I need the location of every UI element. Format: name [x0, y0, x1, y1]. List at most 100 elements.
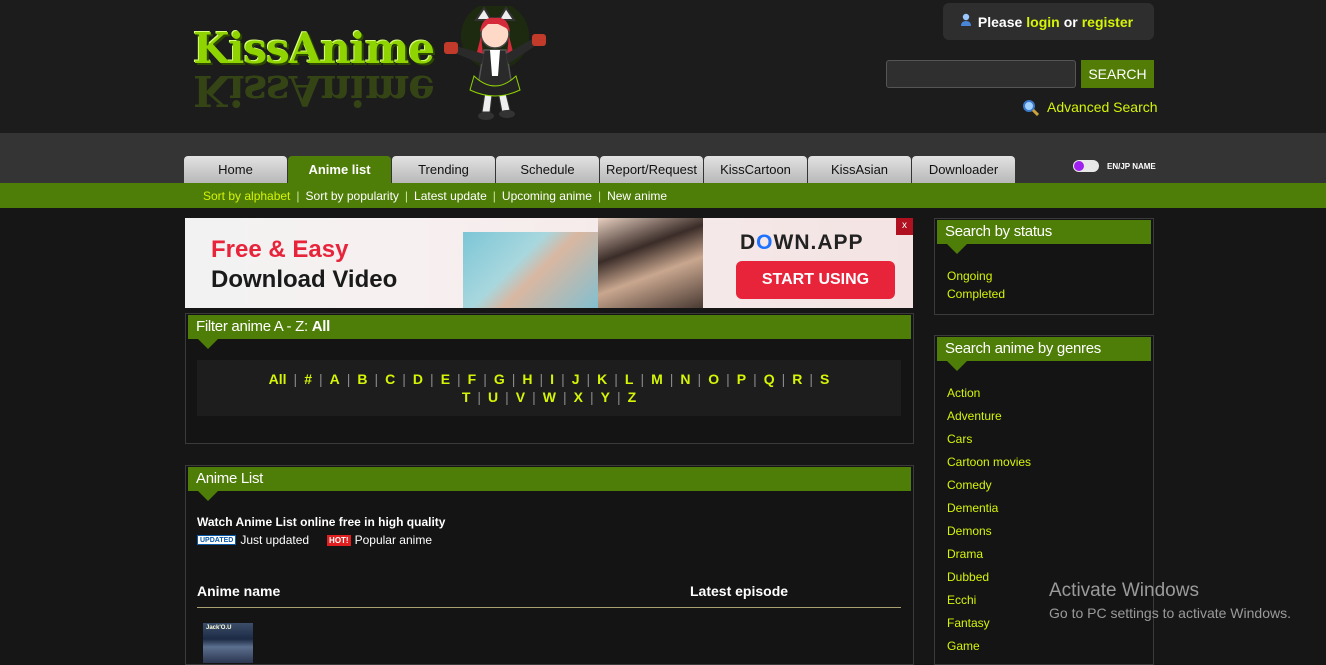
user-icon	[960, 13, 971, 26]
az-letter-x[interactable]: X	[567, 389, 590, 405]
subnav-sort-alphabet[interactable]: Sort by alphabet	[197, 189, 296, 203]
genre-item-dubbed[interactable]: Dubbed	[947, 566, 1031, 589]
az-row: All | # | A | B | C | D | E | F | G | H | I | J | K | L | M | N | O | P | Q |…	[197, 371, 901, 387]
az-letter-all[interactable]: All	[262, 371, 294, 387]
az-letter-l[interactable]: L	[618, 371, 641, 387]
az-letter-s[interactable]: S	[813, 371, 836, 387]
column-header-anime-name[interactable]: Anime name	[197, 583, 280, 599]
status-ongoing[interactable]: Ongoing	[947, 267, 1005, 285]
tab-schedule[interactable]: Schedule	[496, 156, 599, 183]
az-letter-h[interactable]: H	[515, 371, 539, 387]
az-letter-r[interactable]: R	[785, 371, 809, 387]
genre-panel-title: Search anime by genres	[937, 337, 1151, 371]
az-letter-n[interactable]: N	[673, 371, 697, 387]
advanced-search-link[interactable]: Advanced Search	[1022, 98, 1158, 116]
ad-close-button[interactable]: x	[896, 218, 913, 235]
az-letter-o[interactable]: O	[701, 371, 726, 387]
status-panel: Search by status Ongoing Completed	[934, 218, 1154, 315]
login-prefix: Please	[977, 13, 1023, 30]
watermark-subtitle: Go to PC settings to activate Windows.	[1049, 605, 1291, 621]
genre-item-adventure[interactable]: Adventure	[947, 405, 1031, 428]
tab-report-request[interactable]: Report/Request	[600, 156, 703, 183]
genre-item-fantasy[interactable]: Fantasy	[947, 612, 1031, 635]
az-letter-e[interactable]: E	[434, 371, 457, 387]
register-link[interactable]: register	[1082, 14, 1133, 30]
tab-trending[interactable]: Trending	[392, 156, 495, 183]
filter-panel: Filter anime A - Z: All All | # | A | B | C | D | E |…	[185, 313, 914, 444]
az-letter-g[interactable]: G	[487, 371, 512, 387]
login-or: or	[1063, 13, 1078, 30]
az-letter-k[interactable]: K	[590, 371, 614, 387]
anime-thumbnail[interactable]: Jack'O.U	[203, 623, 253, 663]
az-letter-z[interactable]: Z	[621, 389, 644, 405]
genre-item-action[interactable]: Action	[947, 382, 1031, 405]
filter-panel-title: Filter anime A - Z: All	[188, 315, 911, 349]
ad-brand: DOWN.APP	[740, 231, 864, 254]
login-box: Please login or register	[943, 3, 1154, 40]
genre-item-comedy[interactable]: Comedy	[947, 474, 1031, 497]
hot-legend-text: Popular anime	[354, 533, 432, 547]
tab-home[interactable]: Home	[184, 156, 287, 183]
ad-cta-button[interactable]: START USING	[736, 261, 895, 299]
updated-badge: UPDATED	[197, 535, 237, 545]
tab-kisscartoon[interactable]: KissCartoon	[704, 156, 807, 183]
site-header: KissAnime KissAnime Please login or regi…	[0, 0, 1326, 133]
status-list: Ongoing Completed	[947, 267, 1005, 303]
list-intro: Watch Anime List online free in high qua…	[197, 515, 446, 529]
toggle-knob	[1074, 161, 1084, 171]
genre-item-drama[interactable]: Drama	[947, 543, 1031, 566]
genre-item-cars[interactable]: Cars	[947, 428, 1031, 451]
az-letter-d[interactable]: D	[406, 371, 430, 387]
genre-item-dementia[interactable]: Dementia	[947, 497, 1031, 520]
az-letter-w[interactable]: W	[536, 389, 563, 405]
az-letter-v[interactable]: V	[509, 389, 532, 405]
subnav-upcoming-anime[interactable]: Upcoming anime	[496, 189, 598, 203]
nav-tabs: Home Anime list Trending Schedule Report…	[184, 156, 1016, 183]
az-filter: All | # | A | B | C | D | E | F | G | H | I | J | K | L | M | N | O | P | Q |…	[197, 360, 901, 416]
anime-list-panel: Anime List Watch Anime List online free …	[185, 465, 914, 665]
ad-banner[interactable]: Free & Easy Download Video DOWN.APP STAR…	[185, 218, 913, 308]
az-letter-f[interactable]: F	[461, 371, 484, 387]
az-letter-u[interactable]: U	[481, 389, 505, 405]
az-letter-m[interactable]: M	[644, 371, 670, 387]
az-letter-t[interactable]: T	[455, 389, 478, 405]
tab-downloader[interactable]: Downloader	[912, 156, 1015, 183]
tab-kissasian[interactable]: KissAsian	[808, 156, 911, 183]
site-logo[interactable]: KissAnime KissAnime	[193, 24, 435, 115]
az-letter-i[interactable]: I	[543, 371, 561, 387]
genre-item-ecchi[interactable]: Ecchi	[947, 589, 1031, 612]
az-letter-q[interactable]: Q	[757, 371, 782, 387]
az-letter-j[interactable]: J	[565, 371, 587, 387]
subnav-new-anime[interactable]: New anime	[601, 189, 673, 203]
column-header-latest-episode[interactable]: Latest episode	[690, 583, 788, 599]
legend: UPDATED Just updated HOT! Popular anime	[197, 533, 432, 547]
lang-toggle-label: EN/JP NAME	[1107, 161, 1156, 171]
subnav-sort-popularity[interactable]: Sort by popularity	[300, 189, 405, 203]
watermark-title: Activate Windows	[1049, 580, 1199, 601]
anime-list-title: Anime List	[188, 467, 911, 501]
az-letter-b[interactable]: B	[350, 371, 374, 387]
sub-nav: Sort by alphabet | Sort by popularity | …	[0, 183, 1326, 208]
az-letter-y[interactable]: Y	[594, 389, 617, 405]
az-letter-p[interactable]: P	[730, 371, 753, 387]
genre-item-game[interactable]: Game	[947, 635, 1031, 658]
genre-item-cartoon-movies[interactable]: Cartoon movies	[947, 451, 1031, 474]
tab-anime-list[interactable]: Anime list	[288, 156, 391, 183]
az-letter-hash[interactable]: #	[297, 371, 319, 387]
genre-item-demons[interactable]: Demons	[947, 520, 1031, 543]
search-input[interactable]	[886, 60, 1076, 88]
ad-line1: Free & Easy	[211, 236, 349, 263]
thumbnail-title: Jack'O.U	[206, 625, 232, 631]
az-letter-c[interactable]: C	[378, 371, 402, 387]
ad-photo	[598, 218, 703, 308]
search-button[interactable]: SEARCH	[1081, 60, 1154, 88]
az-letter-a[interactable]: A	[323, 371, 347, 387]
mascot-image	[444, 6, 546, 120]
subnav-latest-update[interactable]: Latest update	[408, 189, 493, 203]
logo-reflection: KissAnime	[193, 66, 434, 115]
lang-toggle[interactable]: EN/JP NAME	[1073, 160, 1156, 172]
toggle-switch[interactable]	[1073, 160, 1099, 172]
login-link[interactable]: login	[1026, 14, 1059, 30]
status-completed[interactable]: Completed	[947, 285, 1005, 303]
az-row: T | U | V | W | X | Y | Z	[197, 389, 901, 405]
